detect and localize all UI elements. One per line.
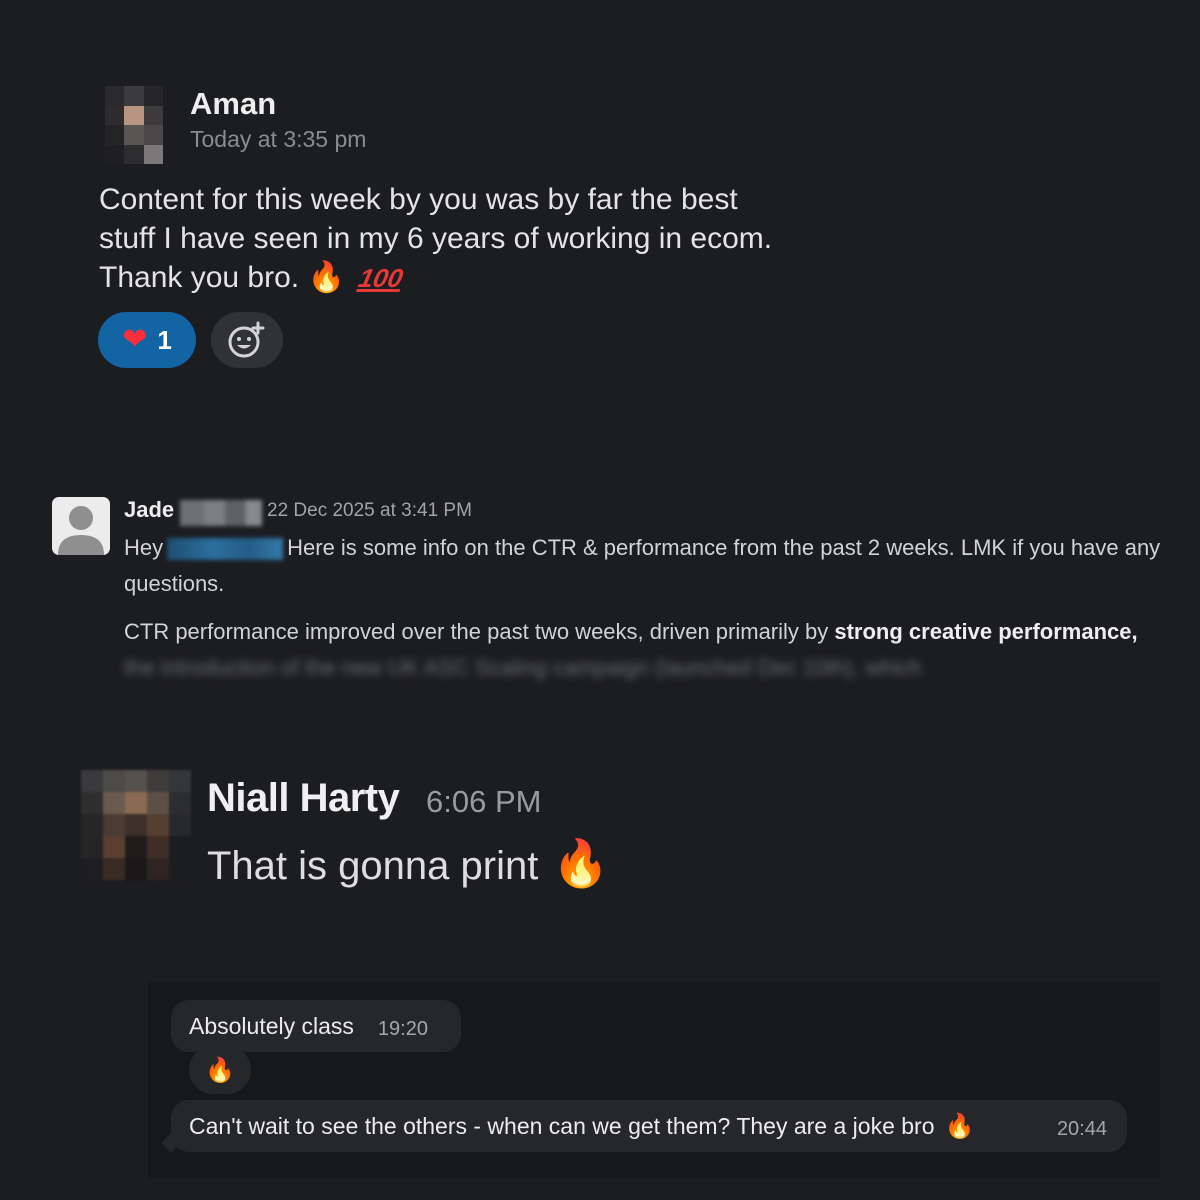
bubble-text: Absolutely class bbox=[189, 1012, 354, 1039]
message-body: Content for this week by you was by far … bbox=[99, 183, 773, 294]
chat-bubble[interactable]: Can't wait to see the others - when can … bbox=[171, 1100, 1127, 1152]
avatar-pixel bbox=[169, 836, 191, 858]
message-timestamp: 22 Dec 2025 at 3:41 PM bbox=[267, 500, 472, 521]
greeting-text: Hey bbox=[124, 535, 164, 560]
avatar-pixel bbox=[143, 105, 163, 125]
sender-name-aman[interactable]: Aman bbox=[190, 86, 276, 122]
avatar-pixel bbox=[81, 770, 103, 792]
message-timestamp: Today at 3:35 pm bbox=[190, 126, 367, 152]
avatar-pixel bbox=[143, 86, 163, 106]
avatar-pixel bbox=[105, 144, 125, 164]
avatar-pixel bbox=[103, 858, 125, 880]
blurred-text: the introduction of the new UK ASC Scali… bbox=[124, 655, 922, 680]
fire-emoji-icon: 🔥 bbox=[307, 260, 345, 295]
chat-bubble[interactable]: Absolutely class 19:20 bbox=[171, 1000, 461, 1052]
avatar-pixel bbox=[147, 814, 169, 836]
avatar-pixel bbox=[103, 770, 125, 792]
avatar-pixel bbox=[81, 792, 103, 814]
fire-emoji-icon: 🔥 bbox=[552, 836, 610, 890]
avatar-pixel bbox=[147, 836, 169, 858]
avatar-pixel bbox=[86, 144, 106, 164]
sender-name-jade[interactable]: Jade bbox=[124, 497, 174, 523]
fire-reaction-badge[interactable]: 🔥 bbox=[189, 1046, 251, 1094]
message-paragraph-2: CTR performance improved over the past t… bbox=[124, 614, 1174, 686]
avatar-pixel bbox=[169, 814, 191, 836]
avatar-pixel bbox=[143, 125, 163, 145]
message-text-niall: That is gonna print 🔥 bbox=[207, 836, 610, 891]
avatar-pixel bbox=[169, 858, 191, 880]
avatar-pixel bbox=[125, 770, 147, 792]
avatar-pixel bbox=[124, 144, 144, 164]
fire-emoji-icon: 🔥 bbox=[944, 1112, 975, 1140]
add-reaction-button[interactable] bbox=[211, 312, 283, 368]
message-text-aman: Content for this week by you was by far … bbox=[99, 180, 799, 298]
avatar-pixel bbox=[147, 770, 169, 792]
avatar-pixel bbox=[81, 814, 103, 836]
avatar-pixel bbox=[162, 144, 182, 164]
avatar-pixel bbox=[124, 125, 144, 145]
avatar-pixel bbox=[86, 86, 106, 106]
avatar-pixel bbox=[169, 770, 191, 792]
avatar-pixel bbox=[147, 792, 169, 814]
avatar-pixel bbox=[143, 144, 163, 164]
redacted-surname bbox=[180, 500, 262, 526]
reaction-count: 1 bbox=[157, 324, 172, 355]
avatar-aman[interactable] bbox=[86, 86, 182, 164]
avatar-pixel bbox=[105, 125, 125, 145]
avatar-pixel bbox=[81, 836, 103, 858]
sender-name-niall[interactable]: Niall Harty bbox=[207, 776, 400, 821]
bubble-time: 19:20 bbox=[377, 1017, 428, 1040]
avatar-pixel bbox=[105, 105, 125, 125]
avatar-pixel bbox=[125, 836, 147, 858]
avatar-pixel bbox=[81, 858, 103, 880]
heart-reaction-button[interactable]: ❤ 1 bbox=[98, 312, 196, 368]
bold-text: strong creative performance, bbox=[834, 619, 1138, 644]
avatar-pixel bbox=[124, 105, 144, 125]
avatar-pixel bbox=[124, 86, 144, 106]
avatar-pixel bbox=[125, 858, 147, 880]
bubble-text: Can't wait to see the others - when can … bbox=[189, 1112, 935, 1139]
avatar-pixel bbox=[162, 105, 182, 125]
message-timestamp: 6:06 PM bbox=[426, 784, 542, 819]
message-body: That is gonna print bbox=[207, 844, 539, 888]
avatar-pixel bbox=[169, 792, 191, 814]
avatar-pixel bbox=[162, 125, 182, 145]
avatar-pixel bbox=[125, 814, 147, 836]
avatar-pixel bbox=[147, 858, 169, 880]
avatar-jade[interactable] bbox=[52, 497, 110, 555]
default-user-icon bbox=[58, 506, 104, 555]
avatar-pixel bbox=[125, 792, 147, 814]
avatar-niall[interactable] bbox=[81, 770, 191, 880]
bubble-time: 20:44 bbox=[1056, 1117, 1107, 1140]
chat-panel: Absolutely class 19:20 🔥 Can't wait to s… bbox=[148, 982, 1160, 1178]
avatar-pixel bbox=[86, 125, 106, 145]
paragraph-text: CTR performance improved over the past t… bbox=[124, 619, 835, 644]
add-emoji-icon bbox=[228, 321, 265, 358]
avatar-pixel bbox=[103, 814, 125, 836]
avatar-pixel bbox=[86, 105, 106, 125]
avatar-pixel bbox=[103, 836, 125, 858]
avatar-pixel bbox=[103, 792, 125, 814]
avatar-pixel bbox=[105, 86, 125, 106]
redacted-mention bbox=[167, 538, 284, 561]
avatar-pixel bbox=[162, 86, 182, 106]
message-text-jade: Hey Here is some info on the CTR & perfor… bbox=[124, 530, 1174, 602]
heart-icon: ❤ bbox=[122, 322, 148, 357]
hundred-points-emoji-icon: 100 bbox=[356, 263, 406, 293]
